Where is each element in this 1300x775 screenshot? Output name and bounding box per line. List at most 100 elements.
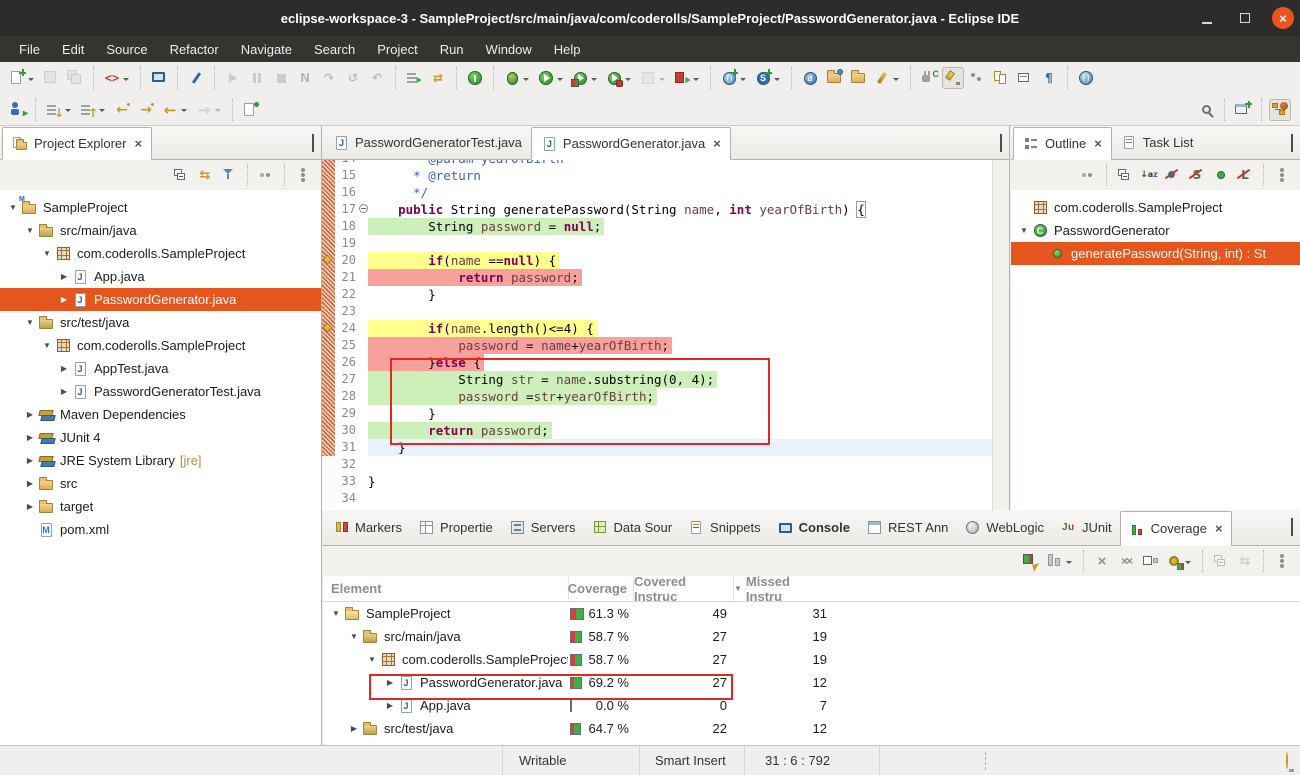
expander-icon[interactable]: ▶ (57, 387, 71, 396)
run-java-element-button[interactable]: ▸ (6, 99, 28, 121)
code-line-24[interactable]: 24 if(name.length()<=4) { (322, 320, 1009, 337)
layout-button[interactable] (1044, 550, 1076, 572)
code-line-33[interactable]: 33} (322, 473, 1009, 490)
external-tools-dropdown-icon[interactable] (893, 78, 899, 84)
coverage-row-com-coderolls-sampleproject[interactable]: ▼com.coderolls.SampleProject58.7 %2719 (323, 648, 1300, 671)
next-annotation-button[interactable]: ↓ (43, 99, 75, 121)
maximize-view-button[interactable] (312, 136, 314, 151)
web-service-explorer-button[interactable]: S (752, 67, 784, 89)
step-into-button[interactable]: ↷ (318, 67, 340, 89)
sort-button[interactable]: ↓az (1138, 164, 1160, 186)
expander-icon[interactable]: ▶ (347, 724, 361, 733)
select-session-button[interactable] (1139, 550, 1161, 572)
tab-coverage[interactable]: Coverage× (1120, 511, 1232, 546)
explorer-item-com-coderolls-sampleproject[interactable]: ▼com.coderolls.SampleProject (0, 242, 321, 265)
next-edit-location-button[interactable]: → (135, 99, 157, 121)
explorer-item-passwordgeneratortest-java[interactable]: ▶JPasswordGeneratorTest.java (0, 380, 321, 403)
tab-outline[interactable]: Outline× (1013, 127, 1112, 160)
tab-task-list[interactable]: Task List (1112, 126, 1203, 159)
menu-item-file[interactable]: File (8, 42, 51, 57)
expander-icon[interactable]: ▼ (347, 632, 361, 641)
hide-fields-button[interactable] (1162, 164, 1184, 186)
close-icon[interactable]: × (134, 136, 142, 151)
java-code-generation-dropdown-icon[interactable] (123, 78, 129, 84)
tab-propertie[interactable]: Propertie (410, 510, 501, 545)
hide-non-public-button[interactable] (1210, 164, 1232, 186)
next-annotation-dropdown-icon[interactable] (65, 109, 71, 115)
previous-annotation-dropdown-icon[interactable] (99, 109, 105, 115)
fold-icon[interactable] (359, 204, 368, 213)
disconnect-button[interactable]: N (294, 67, 316, 89)
tab-project-explorer[interactable]: Project Explorer× (2, 127, 152, 160)
skip-all-breakpoints-button[interactable]: ⇄ (427, 67, 449, 89)
coverage-settings-dropdown-icon[interactable] (1185, 561, 1191, 567)
last-edit-location-button[interactable]: ← (111, 99, 133, 121)
tab-rest-ann[interactable]: REST Ann (858, 510, 956, 545)
forward-history-button[interactable]: → (193, 99, 225, 121)
menu-item-edit[interactable]: Edit (51, 42, 95, 57)
layout-dropdown-icon[interactable] (1066, 561, 1072, 567)
open-web-browser-button[interactable] (1075, 67, 1097, 89)
expander-icon[interactable]: ▶ (23, 479, 37, 488)
expander-icon[interactable]: ▶ (23, 456, 37, 465)
run-dropdown-icon[interactable] (557, 78, 563, 84)
tab-junit[interactable]: JuJUnit (1052, 510, 1120, 545)
step-over-button[interactable]: ↺ (342, 67, 364, 89)
remove-session-button[interactable]: × (1091, 550, 1113, 572)
close-icon[interactable]: × (713, 136, 721, 151)
explorer-item-maven-dependencies[interactable]: ▶Maven Dependencies (0, 403, 321, 426)
profile-button[interactable] (637, 67, 669, 89)
open-perspective-button[interactable] (1232, 99, 1254, 121)
outline-item-generatepassword-string-int-st[interactable]: generatePassword(String, int) : St (1011, 242, 1300, 265)
toggle-highlight-button[interactable] (942, 67, 964, 89)
filter-button[interactable] (218, 164, 240, 186)
coverage-settings-button[interactable] (1163, 550, 1195, 572)
menu-item-project[interactable]: Project (366, 42, 428, 57)
stop-server-dropdown-icon[interactable] (693, 78, 699, 84)
explorer-item-jre-system-library[interactable]: ▶JRE System Library[jre] (0, 449, 321, 472)
run-secure-dropdown-icon[interactable] (625, 78, 631, 84)
overview-ruler[interactable] (992, 160, 1009, 510)
coverage-launch-button[interactable] (1020, 550, 1042, 572)
explorer-item-sampleproject[interactable]: ▼MSampleProject (0, 196, 321, 219)
resume-button[interactable] (222, 67, 244, 89)
tab-markers[interactable]: Markers (325, 510, 410, 545)
code-line-18[interactable]: 18 String password = null; (322, 218, 1009, 235)
explorer-item-pom-xml[interactable]: Mpom.xml (0, 518, 321, 541)
plugin-connector-button[interactable]: C (918, 67, 940, 89)
stop-server-button[interactable] (671, 67, 703, 89)
collapse-all-button[interactable] (1114, 164, 1136, 186)
hide-static-members-button[interactable]: S (1186, 164, 1208, 186)
menu-item-help[interactable]: Help (543, 42, 592, 57)
tab-data-sour[interactable]: Data Sour (584, 510, 681, 545)
tab-console[interactable]: Console (769, 510, 858, 545)
java-perspective-button[interactable] (1269, 99, 1291, 121)
explorer-item-app-java[interactable]: ▶JApp.java (0, 265, 321, 288)
expander-icon[interactable]: ▼ (6, 203, 20, 212)
derby-tools-button[interactable]: d (799, 67, 821, 89)
expander-icon[interactable]: ▼ (40, 341, 54, 350)
view-menu-button[interactable] (1271, 164, 1293, 186)
tab-snippets[interactable]: Snippets (680, 510, 769, 545)
step-return-button[interactable]: ↶ (366, 67, 388, 89)
run-button[interactable] (535, 67, 567, 89)
focus-dots-button[interactable] (1077, 164, 1099, 186)
column-header-missed-instructions[interactable]: ▼Missed Instru (733, 576, 833, 601)
outline-item-com-coderolls-sampleproject[interactable]: com.coderolls.SampleProject (1011, 196, 1300, 219)
column-header-covered-instructions[interactable]: Covered Instruc (633, 576, 733, 601)
tab-passwordgenerator-java[interactable]: JPasswordGenerator.java× (531, 127, 731, 160)
code-line-22[interactable]: 22 } (322, 286, 1009, 303)
open-type-button[interactable] (990, 67, 1012, 89)
expander-icon[interactable]: ▼ (40, 249, 54, 258)
annotation-dots-button[interactable] (966, 67, 988, 89)
expander-icon[interactable]: ▶ (383, 701, 397, 710)
maximize-button[interactable] (1234, 7, 1256, 29)
coverage-session-button[interactable] (464, 67, 486, 89)
java-code-generation-button[interactable]: <> (101, 67, 133, 89)
expander-icon[interactable]: ▼ (23, 318, 37, 327)
expander-icon[interactable]: ▶ (57, 364, 71, 373)
profile-dropdown-icon[interactable] (659, 78, 665, 84)
tab-weblogic[interactable]: WebLogic (956, 510, 1052, 545)
menu-item-window[interactable]: Window (475, 42, 543, 57)
code-line-17[interactable]: 17 public String generatePassword(String… (322, 201, 1009, 218)
